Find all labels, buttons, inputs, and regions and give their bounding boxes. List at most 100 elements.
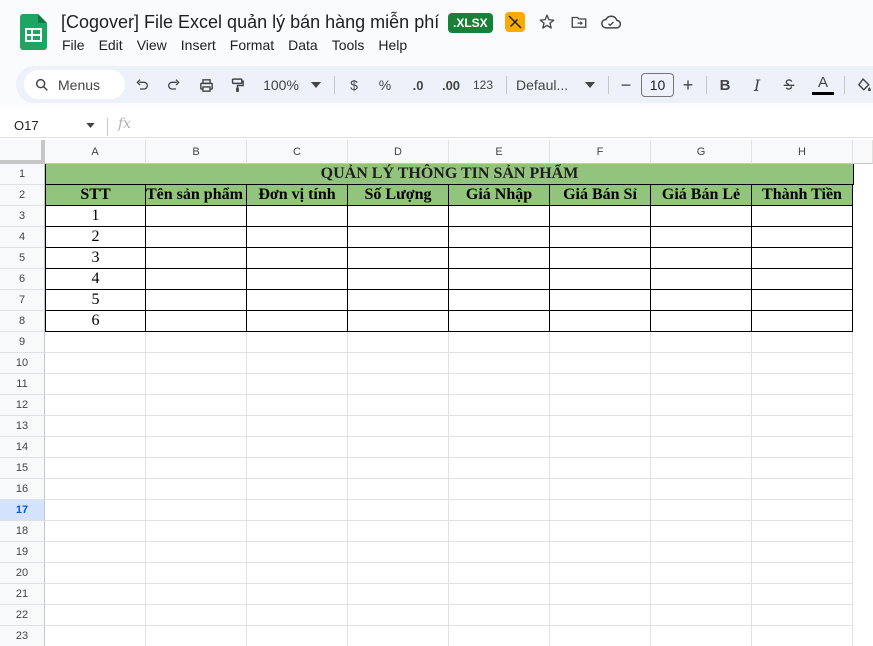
grid-cell[interactable] [348,563,449,584]
data-cell[interactable] [247,248,348,269]
data-cell[interactable] [752,269,853,290]
column-header-f[interactable]: F [550,140,651,164]
grid-cell[interactable] [651,542,752,563]
data-cell[interactable] [247,290,348,311]
name-box[interactable]: O17 [14,118,39,133]
grid-cell[interactable] [449,332,550,353]
grid-cell[interactable] [247,353,348,374]
data-cell[interactable] [348,206,449,227]
grid-cell[interactable] [247,416,348,437]
data-cell[interactable] [550,311,651,332]
fill-color-icon[interactable] [854,74,873,96]
column-header-d[interactable]: D [348,140,449,164]
grid-cell[interactable] [550,416,651,437]
data-cell[interactable] [651,227,752,248]
column-title-cell[interactable]: Giá Nhập [449,185,550,206]
grid-cell[interactable] [550,626,651,646]
grid-cell[interactable] [651,605,752,626]
grid-cell[interactable] [247,395,348,416]
data-cell[interactable] [348,269,449,290]
grid-cell[interactable] [651,395,752,416]
data-cell[interactable] [651,269,752,290]
data-cell[interactable] [247,311,348,332]
menu-file[interactable]: File [62,37,85,53]
grid-cell[interactable] [146,374,247,395]
data-cell[interactable] [247,269,348,290]
data-cell[interactable] [550,290,651,311]
grid-cell[interactable] [550,479,651,500]
grid-cell[interactable] [348,479,449,500]
grid-cell[interactable] [146,437,247,458]
row-header-6[interactable]: 6 [0,269,45,290]
grid-cell[interactable] [45,521,146,542]
grid-cell[interactable] [348,500,449,521]
grid-cell[interactable] [550,500,651,521]
data-cell[interactable] [247,206,348,227]
grid-cell[interactable] [247,332,348,353]
zoom-select[interactable]: 100% [261,74,301,96]
grid-cell[interactable] [146,332,247,353]
grid-cell[interactable] [348,584,449,605]
data-cell[interactable] [449,248,550,269]
row-header-5[interactable]: 5 [0,248,45,269]
grid-cell[interactable] [449,479,550,500]
grid-cell[interactable] [550,374,651,395]
grid-cell[interactable] [449,500,550,521]
stt-cell[interactable]: 1 [45,206,146,227]
decrease-decimal-button[interactable]: .0 [407,74,429,96]
grid-cell[interactable] [45,437,146,458]
sheets-logo-icon[interactable] [20,14,47,50]
data-cell[interactable] [752,290,853,311]
row-header-3[interactable]: 3 [0,206,45,227]
grid-cell[interactable] [247,374,348,395]
data-cell[interactable] [348,311,449,332]
grid-cell[interactable] [449,458,550,479]
grid-cell[interactable] [348,416,449,437]
row-header-23[interactable]: 23 [0,626,45,646]
redo-icon[interactable] [164,74,184,96]
column-title-cell[interactable]: Đơn vị tính [247,185,348,206]
column-header-e[interactable]: E [449,140,550,164]
cloud-saved-icon[interactable] [601,12,621,32]
table-title[interactable]: QUẢN LÝ THÔNG TIN SẢN PHẨM [45,164,854,185]
row-header-11[interactable]: 11 [0,374,45,395]
grid-cell[interactable] [247,458,348,479]
grid-cell[interactable] [651,584,752,605]
number-format-button[interactable]: 123 [471,74,495,96]
grid-cell[interactable] [348,521,449,542]
grid-cell[interactable] [449,521,550,542]
grid-cell[interactable] [45,500,146,521]
grid-cell[interactable] [146,563,247,584]
grid-cell[interactable] [651,563,752,584]
font-size-input[interactable]: 10 [641,73,674,97]
grid-cell[interactable] [651,521,752,542]
data-cell[interactable] [247,227,348,248]
data-cell[interactable] [651,248,752,269]
grid-cell[interactable] [752,332,853,353]
row-header-21[interactable]: 21 [0,584,45,605]
grid-cell[interactable] [45,479,146,500]
column-header-b[interactable]: B [146,140,247,164]
column-title-cell[interactable]: Tên sản phẩm [146,185,247,206]
grid-cell[interactable] [45,353,146,374]
grid-cell[interactable] [146,458,247,479]
grid-cell[interactable] [247,542,348,563]
font-family-caret-icon[interactable] [584,74,596,96]
grid-cell[interactable] [752,605,853,626]
data-cell[interactable] [550,227,651,248]
row-header-20[interactable]: 20 [0,563,45,584]
stt-cell[interactable]: 2 [45,227,146,248]
grid-cell[interactable] [247,479,348,500]
grid-cell[interactable] [550,521,651,542]
grid-cell[interactable] [45,416,146,437]
data-cell[interactable] [752,311,853,332]
grid-cell[interactable] [550,584,651,605]
grid-cell[interactable] [146,626,247,646]
grid-cell[interactable] [449,605,550,626]
grid-cell[interactable] [550,353,651,374]
grid-cell[interactable] [752,353,853,374]
row-header-8[interactable]: 8 [0,311,45,332]
document-title[interactable]: [Cogover] File Excel quản lý bán hàng mi… [61,12,439,33]
grid-cell[interactable] [449,626,550,646]
grid-cell[interactable] [348,626,449,646]
